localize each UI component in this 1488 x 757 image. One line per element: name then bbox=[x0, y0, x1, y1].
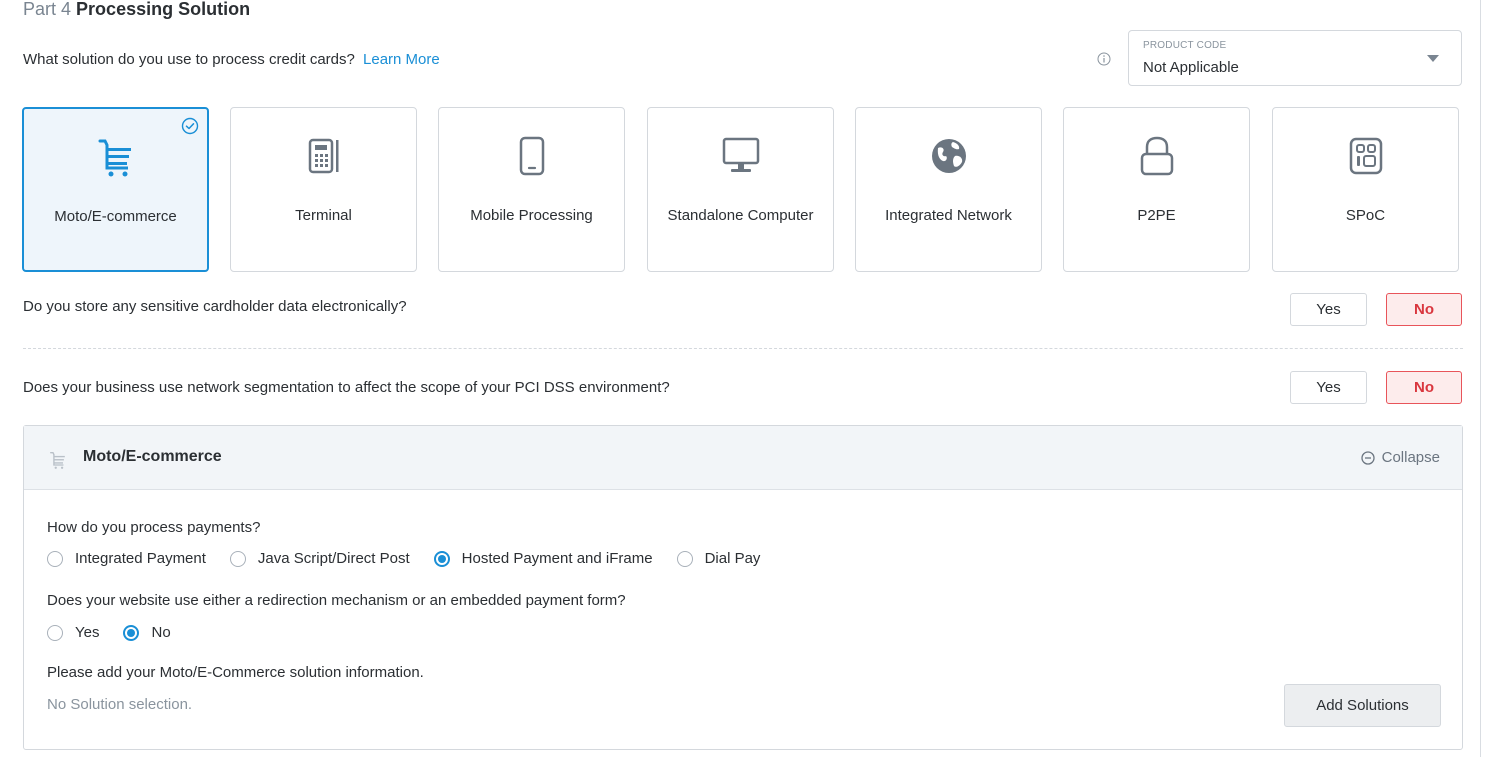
solution-card-p2pe[interactable]: P2PE bbox=[1063, 107, 1250, 272]
product-code-value: Not Applicable bbox=[1143, 59, 1239, 76]
radio-label: Integrated Payment bbox=[75, 550, 206, 567]
radio-circle bbox=[229, 550, 246, 567]
store-data-yes-button[interactable]: Yes bbox=[1290, 293, 1367, 326]
shopping-cart-icon bbox=[50, 452, 65, 469]
no-solution-text: No Solution selection. bbox=[47, 696, 193, 713]
chevron-down-icon bbox=[1427, 55, 1439, 62]
pin-pad-icon bbox=[1349, 137, 1382, 175]
solution-card-label: Moto/E-commerce bbox=[54, 208, 177, 225]
segmentation-question: Does your business use network segmentat… bbox=[23, 379, 670, 396]
solution-question-text: What solution do you use to process cred… bbox=[23, 51, 355, 68]
radio-circle bbox=[47, 550, 63, 567]
store-data-no-button[interactable]: No bbox=[1386, 293, 1462, 326]
solution-card-label: P2PE bbox=[1137, 207, 1176, 224]
solution-card-label: SPoC bbox=[1345, 207, 1386, 224]
radio-redirect-no[interactable]: No bbox=[123, 624, 171, 641]
radio-label: Java Script/Direct Post bbox=[257, 550, 410, 567]
radio-label: No bbox=[151, 624, 171, 641]
lock-icon bbox=[1140, 136, 1173, 176]
section-title-text: Processing Solution bbox=[76, 0, 251, 19]
mobile-phone-icon bbox=[519, 136, 544, 176]
radio-redirect-yes[interactable]: Yes bbox=[47, 624, 99, 641]
segmentation-yes-button[interactable]: Yes bbox=[1290, 371, 1367, 404]
radio-circle-selected bbox=[123, 624, 140, 641]
solution-card-label: Mobile Processing bbox=[470, 207, 593, 224]
payments-question: How do you process payments? bbox=[47, 519, 261, 536]
learn-more-link[interactable]: Learn More bbox=[363, 51, 440, 68]
globe-icon bbox=[931, 139, 966, 173]
add-solutions-button[interactable]: Add Solutions bbox=[1284, 684, 1441, 727]
collapse-button[interactable]: Collapse bbox=[1360, 449, 1440, 466]
payment-method-group: Integrated Payment Java Script/Direct Po… bbox=[47, 550, 784, 567]
collapse-label: Collapse bbox=[1381, 449, 1440, 466]
redirect-question: Does your website use either a redirecti… bbox=[47, 592, 626, 609]
radio-javascript-direct-post[interactable]: Java Script/Direct Post bbox=[229, 550, 410, 567]
solution-card-label: Standalone Computer bbox=[667, 207, 814, 224]
solution-card-mobile-processing[interactable]: Mobile Processing bbox=[438, 107, 625, 272]
section-title: Part 4 Processing Solution bbox=[23, 0, 250, 20]
radio-integrated-payment[interactable]: Integrated Payment bbox=[47, 550, 206, 567]
solution-card-moto-ecommerce[interactable]: Moto/E-commerce bbox=[22, 107, 209, 272]
terminal-icon bbox=[308, 138, 338, 174]
segmentation-no-button[interactable]: No bbox=[1386, 371, 1462, 404]
panel-title: Moto/E-commerce bbox=[83, 448, 222, 465]
divider bbox=[23, 348, 1463, 349]
radio-label: Yes bbox=[75, 624, 100, 641]
radio-circle bbox=[676, 550, 693, 567]
monitor-icon bbox=[722, 137, 759, 172]
panel-header: Moto/E-commerce Collapse bbox=[24, 426, 1462, 490]
solution-card-label: Integrated Network bbox=[885, 207, 1012, 224]
solution-card-standalone-computer[interactable]: Standalone Computer bbox=[647, 107, 834, 272]
moto-ecommerce-panel: Moto/E-commerce Collapse How do you proc… bbox=[23, 425, 1463, 750]
shopping-cart-icon bbox=[98, 139, 131, 177]
solution-card-terminal[interactable]: Terminal bbox=[230, 107, 417, 272]
page-edge-divider bbox=[1480, 0, 1481, 757]
radio-circle-selected bbox=[433, 550, 450, 567]
radio-label: Dial Pay bbox=[704, 550, 761, 567]
solution-card-spoc[interactable]: SPoC bbox=[1272, 107, 1459, 272]
solution-card-label: Terminal bbox=[295, 207, 352, 224]
section-title-prefix: Part 4 bbox=[23, 0, 72, 19]
page: Part 4 Processing Solution What solution… bbox=[0, 0, 1488, 757]
redirect-group: Yes No bbox=[47, 624, 195, 641]
radio-circle bbox=[47, 624, 63, 641]
check-circle-icon bbox=[181, 117, 199, 135]
product-code-label: PRODUCT CODE bbox=[1143, 40, 1227, 51]
minus-circle-icon bbox=[1360, 450, 1375, 465]
solution-question: What solution do you use to process cred… bbox=[23, 50, 440, 70]
info-icon[interactable] bbox=[1097, 52, 1111, 66]
solution-card-integrated-network[interactable]: Integrated Network bbox=[855, 107, 1042, 272]
radio-hosted-payment-iframe[interactable]: Hosted Payment and iFrame bbox=[433, 550, 653, 567]
add-solution-prompt: Please add your Moto/E-Commerce solution… bbox=[47, 664, 424, 681]
product-code-select[interactable]: PRODUCT CODE Not Applicable bbox=[1128, 30, 1462, 86]
radio-label: Hosted Payment and iFrame bbox=[461, 550, 653, 567]
store-data-question: Do you store any sensitive cardholder da… bbox=[23, 298, 407, 315]
radio-dial-pay[interactable]: Dial Pay bbox=[676, 550, 761, 567]
